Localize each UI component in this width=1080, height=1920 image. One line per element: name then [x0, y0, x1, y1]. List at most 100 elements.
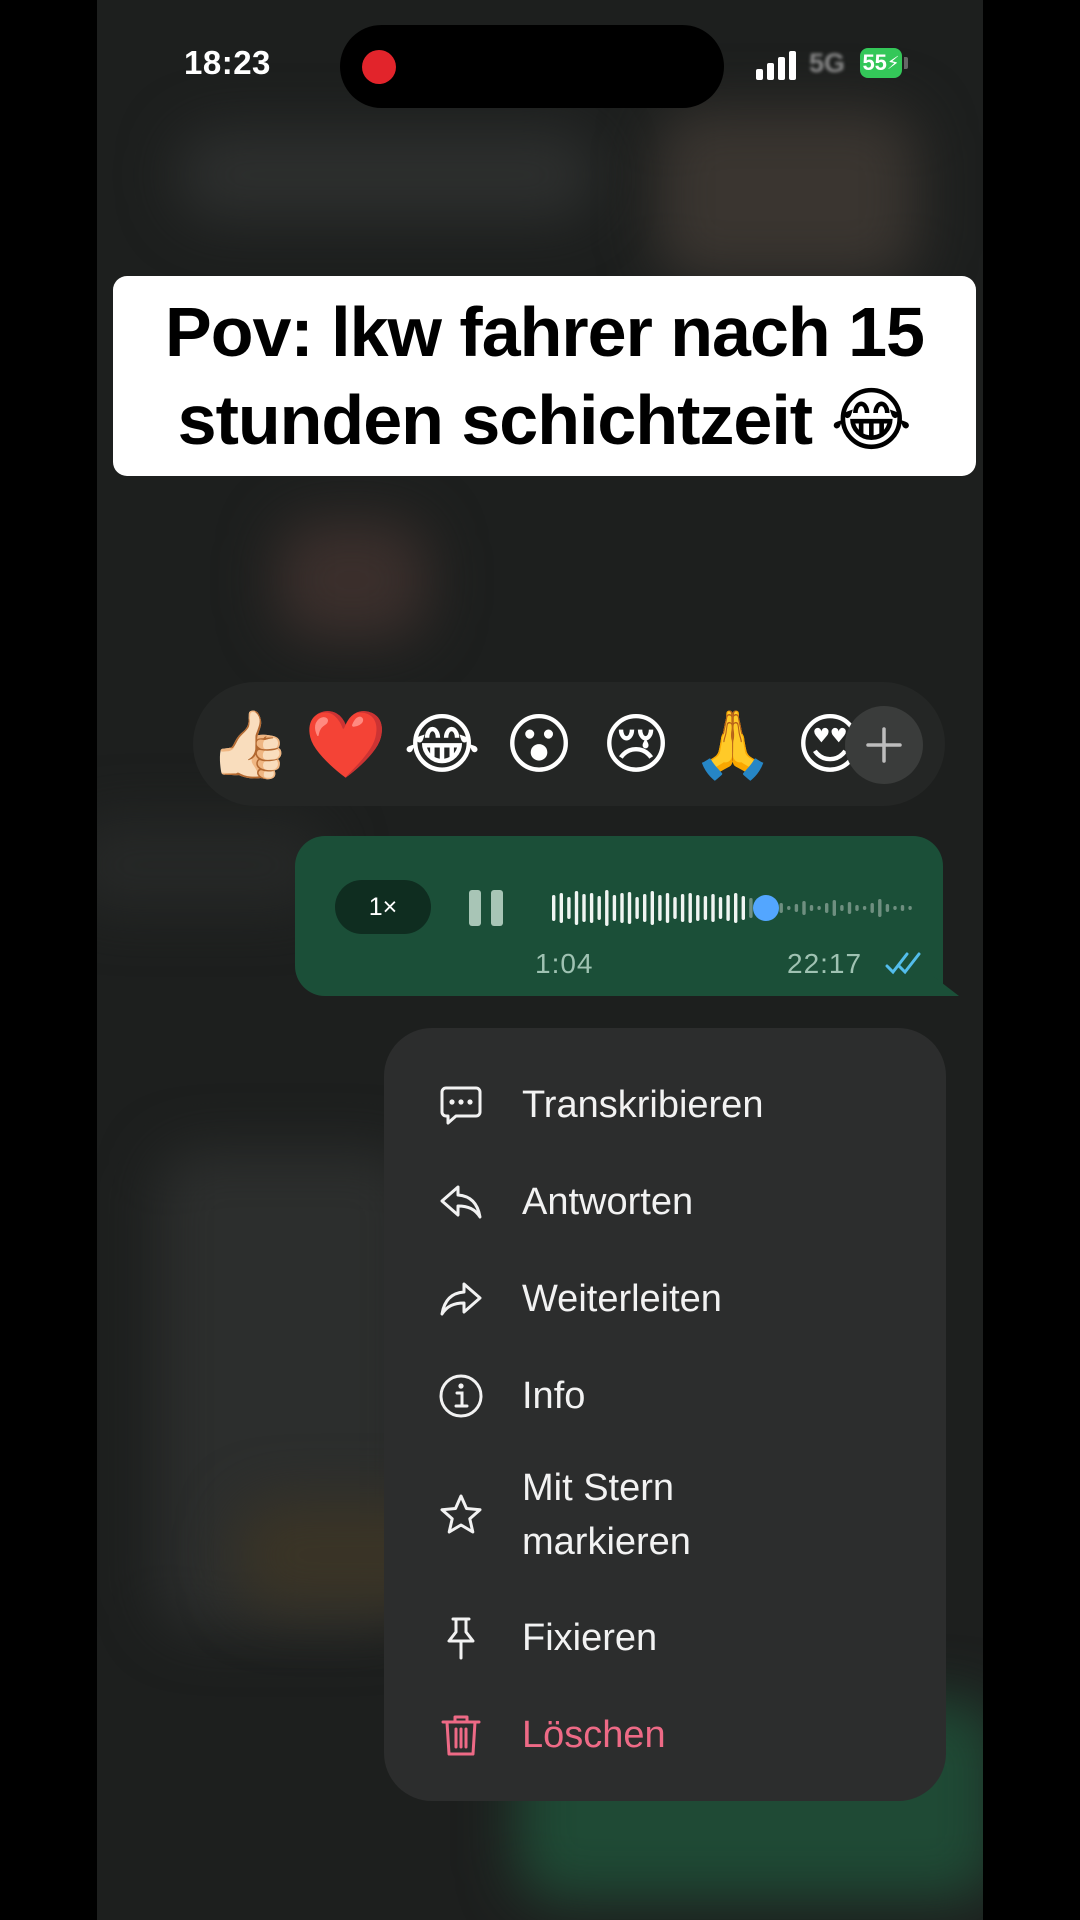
signal-strength-icon: [756, 50, 800, 80]
menu-label: Transkribieren: [522, 1084, 764, 1126]
reaction-surprised[interactable]: 😮: [496, 704, 582, 784]
voice-duration: 1:04: [535, 948, 594, 979]
waveform-bar: [847, 902, 852, 914]
caption-line-1: Pov: lkw fahrer nach 15: [165, 293, 925, 371]
info-icon: [439, 1374, 483, 1418]
waveform-bar: [726, 895, 730, 921]
waveform-bar: [893, 906, 897, 910]
waveform-bar: [643, 894, 647, 922]
waveform-bar: [908, 906, 912, 910]
reply-icon: [440, 1185, 482, 1219]
waveform-bar: [779, 903, 783, 913]
pause-icon: [469, 890, 481, 926]
waveform-bar: [878, 899, 882, 917]
waveform-bar: [718, 897, 723, 919]
waveform-bar: [840, 905, 844, 911]
waveform-bar: [665, 893, 670, 923]
audio-waveform[interactable]: [551, 886, 915, 930]
transcribe-icon: [440, 1086, 482, 1125]
battery-cap: [904, 57, 908, 69]
menu-label: Weiterleiten: [522, 1278, 722, 1320]
message-context-menu: Transkribieren Antworten Weiterleiten In…: [384, 1028, 946, 1801]
menu-label: Mit Stern markieren: [522, 1467, 691, 1563]
message-time: 22:17: [787, 948, 863, 979]
reaction-praying[interactable]: 🙏: [690, 704, 776, 784]
waveform-bar: [711, 894, 715, 922]
status-time: 18:23: [184, 44, 271, 81]
waveform-bar: [567, 897, 571, 919]
reaction-bar: 👍🏻 ❤️ 😂 😮 😢 🙏 😍: [193, 682, 945, 806]
menu-item-forward[interactable]: Weiterleiten: [384, 1262, 946, 1336]
waveform-bar: [673, 897, 677, 919]
waveform-bar: [802, 901, 806, 915]
waveform-bar: [574, 891, 579, 925]
blurred-background: [657, 110, 917, 280]
waveform-bar: [627, 892, 632, 924]
waveform-bar: [855, 905, 859, 911]
video-caption: Pov: lkw fahrer nach 15 stunden schichtz…: [113, 276, 976, 476]
dynamic-island: [340, 25, 724, 108]
forward-icon: [440, 1282, 482, 1316]
star-icon: [440, 1494, 482, 1534]
waveform-bar: [817, 906, 821, 910]
menu-label: Löschen: [522, 1714, 666, 1756]
network-type: 5G: [809, 48, 846, 78]
menu-item-star[interactable]: Mit Stern markieren: [384, 1456, 946, 1574]
blurred-background: [277, 520, 427, 640]
waveform-bar: [635, 897, 639, 919]
waveform-bar: [620, 893, 624, 923]
plus-icon: [866, 727, 902, 763]
menu-label: Info: [522, 1375, 586, 1417]
playback-speed-button[interactable]: 1×: [335, 880, 431, 934]
reaction-heart[interactable]: ❤️: [303, 704, 389, 784]
reaction-laughing[interactable]: 😂: [399, 704, 485, 784]
waveform-bar: [650, 891, 654, 925]
menu-label: Antworten: [522, 1181, 694, 1223]
chat-screen: 18:23 5G 55 ⚡ Pov: lkw fahrer nach 15 stu…: [97, 0, 983, 1920]
add-reaction-button[interactable]: [845, 706, 923, 784]
menu-item-pin[interactable]: Fixieren: [384, 1601, 946, 1675]
waveform-bar: [605, 890, 609, 926]
waveform-bar: [885, 904, 890, 912]
waveform-bar: [703, 896, 708, 920]
trash-icon: [441, 1715, 481, 1756]
blurred-background: [97, 820, 327, 910]
waveform-bar: [794, 904, 799, 912]
waveform-bar: [582, 894, 586, 922]
pause-button[interactable]: [469, 890, 509, 926]
read-receipt-icon: [885, 952, 921, 975]
caption-line-2: stunden schichtzeit 😂: [177, 381, 913, 459]
waveform-bar: [825, 903, 829, 913]
recording-indicator-icon: [362, 50, 396, 84]
battery-icon: 55 ⚡: [860, 48, 902, 78]
menu-item-info[interactable]: Info: [384, 1359, 946, 1433]
blurred-background: [177, 130, 597, 220]
waveform-bar: [809, 905, 814, 911]
menu-item-transcribe[interactable]: Transkribieren: [384, 1068, 946, 1142]
waveform-bar: [612, 895, 617, 921]
playback-progress-knob[interactable]: [753, 895, 779, 921]
waveform-bar: [559, 893, 563, 923]
waveform-bar: [832, 900, 836, 916]
waveform-bar: [870, 903, 874, 913]
reaction-crying[interactable]: 😢: [593, 704, 679, 784]
waveform-bar: [696, 895, 700, 921]
waveform-bar: [900, 905, 905, 911]
waveform-bar: [862, 906, 867, 910]
waveform-bar: [589, 893, 594, 923]
reaction-thumbs-up[interactable]: 👍🏻: [207, 704, 293, 784]
menu-item-reply[interactable]: Antworten: [384, 1165, 946, 1239]
waveform-bar: [787, 906, 791, 910]
waveform-bar: [680, 894, 685, 922]
waveform-bar: [688, 893, 692, 923]
waveform-bar: [552, 895, 556, 921]
waveform-bar: [734, 893, 738, 923]
waveform-bar: [658, 895, 662, 921]
pin-icon: [447, 1617, 475, 1660]
waveform-bar: [597, 896, 601, 920]
waveform-bar: [741, 896, 745, 920]
menu-label: Fixieren: [522, 1617, 658, 1659]
battery-level: 55: [862, 50, 887, 75]
voice-message-bubble[interactable]: 1× 1:04 22:17: [295, 836, 943, 996]
menu-item-delete[interactable]: Löschen: [384, 1698, 946, 1772]
